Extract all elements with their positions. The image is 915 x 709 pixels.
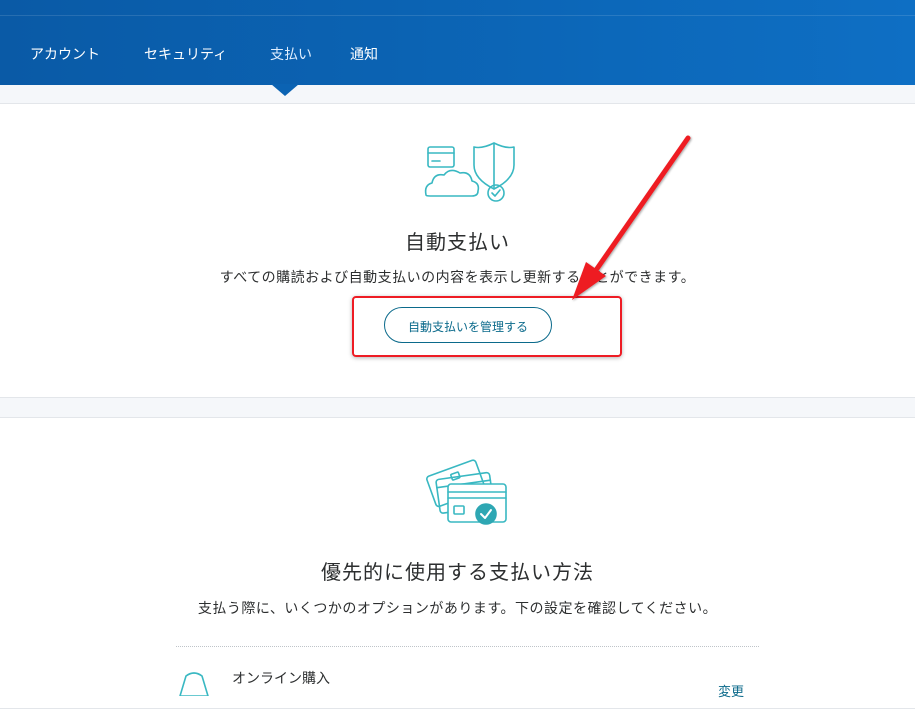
active-tab-indicator: [271, 84, 299, 96]
online-purchase-label: オンライン購入: [232, 671, 330, 687]
preferred-payment-card: 優先的に使用する支払い方法 支払う際に、いくつかのオプションがあります。下の設定…: [0, 417, 915, 709]
change-link[interactable]: 変更: [718, 681, 744, 700]
main-nav: アカウント セキュリティ 支払い 通知: [0, 0, 915, 85]
preferred-payment-title: 優先的に使用する支払い方法: [321, 560, 594, 584]
auto-payments-description: すべての購読および自動支払いの内容を表示し更新することができます。: [219, 270, 696, 286]
auto-payments-title: 自動支払い: [405, 230, 510, 254]
shopping-bag-icon: [176, 672, 212, 700]
nav-item-security[interactable]: セキュリティ: [144, 44, 227, 64]
preferred-payment-description: 支払う際に、いくつかのオプションがあります。下の設定を確認してください。: [197, 601, 718, 617]
nav-item-account[interactable]: アカウント: [30, 44, 100, 64]
cards-check-icon: [424, 454, 510, 540]
nav-item-notifications[interactable]: 通知: [350, 44, 378, 64]
section-divider: [176, 646, 759, 647]
auto-payments-card: 自動支払い すべての購読および自動支払いの内容を表示し更新することができます。 …: [0, 103, 915, 398]
nav-item-payments[interactable]: 支払い: [270, 44, 312, 64]
annotation-highlight-box: [352, 296, 622, 357]
cloud-card-shield-icon: [420, 139, 520, 211]
